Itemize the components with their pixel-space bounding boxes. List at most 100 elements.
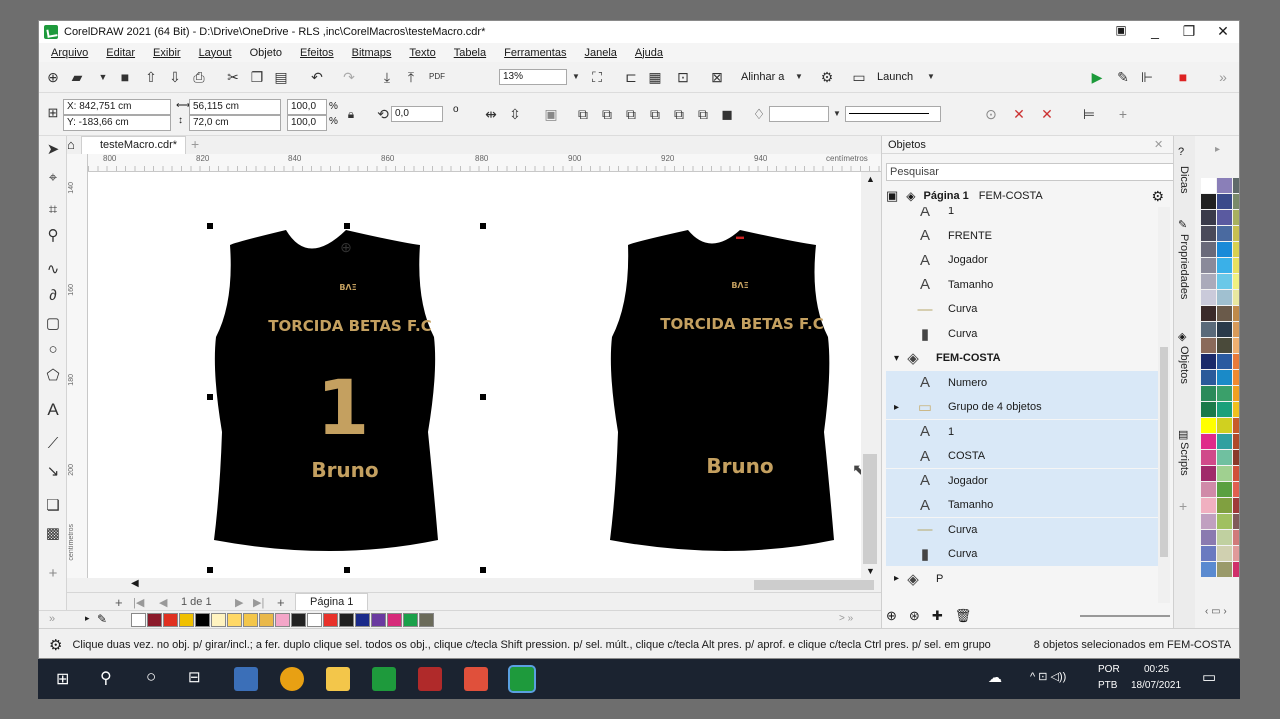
mirror-horizontal-icon[interactable]: ⇹ [483,106,499,122]
save-icon[interactable]: ■ [117,69,133,85]
vertical-ruler[interactable]: 140 160 180 200 centímetros [67,154,88,589]
full-screen-icon[interactable]: ⛶ [589,69,605,85]
outline-width-field[interactable] [769,106,829,122]
macro-edit-icon[interactable]: ✎ [1115,69,1131,85]
coreldraw-taskbar-icon[interactable] [372,667,396,691]
new-document-icon[interactable]: ⊕ [45,69,61,85]
delete-icon[interactable]: 🗑︎ [955,608,972,624]
palette-swatch[interactable] [1233,498,1239,513]
mirror-vertical-icon[interactable]: ⇳ [507,106,523,122]
docker-options-gear-icon[interactable]: ⚙ [1151,188,1164,205]
object-row[interactable]: A1 [886,419,1158,444]
launch-icon[interactable]: ▭ [851,69,867,85]
palette-swatch[interactable] [1201,242,1216,257]
scroll-thumb[interactable] [863,454,877,564]
palette-swatch[interactable] [1217,418,1232,433]
clock-time[interactable]: 00:25 [1144,664,1169,675]
close-button[interactable]: ✕ [1213,23,1233,40]
cut-icon[interactable]: ✂ [225,69,241,85]
tab-dicas[interactable]: Dicas [1178,166,1190,194]
scroll-left-icon[interactable]: ◀ [131,578,139,589]
y-position-field[interactable]: Y: -183,66 cm [63,115,171,131]
palette-swatch[interactable] [1201,274,1216,289]
powerpoint-app-icon[interactable] [234,667,258,691]
app-icon-small[interactable]: ▣ [1111,23,1131,40]
palette-swatch[interactable] [1201,178,1216,193]
object-row[interactable]: A Jogador [886,248,1158,272]
chrome-icon[interactable] [280,667,304,691]
properties-icon[interactable]: ✎ [1178,218,1187,231]
add-docker-icon[interactable]: + [1179,498,1187,514]
menu-ferramentas[interactable]: Ferramentas [504,47,566,59]
scroll-up-icon[interactable]: ▲ [866,174,875,184]
object-row[interactable]: — Curva [886,517,1158,542]
intersect-icon[interactable]: ⧉ [647,106,663,122]
color-swatch[interactable] [243,613,258,627]
open-icon[interactable]: ▰ [69,69,85,85]
front-minus-back-icon[interactable]: ⧉ [695,106,711,122]
trim-icon[interactable]: ⧉ [623,106,639,122]
upload-icon[interactable]: ⇧ [143,69,159,85]
palette-swatch[interactable] [1233,514,1239,529]
palette-swatch[interactable] [1217,194,1232,209]
objects-scrollbar[interactable] [1158,207,1170,603]
lock-ratio-icon[interactable]: 🔒︎ [343,106,359,122]
menu-exibir[interactable]: Exibir [153,47,181,59]
color-swatch[interactable] [259,613,274,627]
status-gear-icon[interactable]: ⚙ [49,636,62,654]
snap-icon[interactable]: ⊡ [675,69,691,85]
color-swatch[interactable] [291,613,306,627]
text-tool-icon[interactable]: A [45,401,61,418]
rectangle-tool-icon[interactable]: ▢ [45,316,61,332]
palette-swatch[interactable] [1233,482,1239,497]
zoom-level-field[interactable]: 13% [499,69,567,85]
palette-next-icon[interactable]: > » [839,613,853,624]
simplify-icon[interactable]: ⧉ [671,106,687,122]
object-row[interactable]: A1 [886,207,1158,223]
palette-swatch[interactable] [1217,322,1232,337]
copy-icon[interactable]: ❐ [249,69,265,85]
export-icon[interactable]: ⤒ [403,69,419,85]
palette-swatch[interactable] [1217,530,1232,545]
palette-swatch[interactable] [1233,466,1239,481]
tab-propriedades[interactable]: Propriedades [1178,234,1190,299]
scale-width-field[interactable]: 100,0 [287,99,327,115]
expand-icon[interactable]: ▾ [894,353,899,364]
add-page-after-icon[interactable]: + [277,595,285,610]
outline-pen-icon[interactable]: ♢ [751,106,767,122]
x-position-field[interactable]: X: 842,751 cm [63,99,171,115]
palette-swatch[interactable] [1217,210,1232,225]
new-master-layer-icon[interactable]: ⊛ [909,608,920,624]
palette-swatch[interactable] [1233,194,1239,209]
first-page-icon[interactable]: |◀ [133,596,144,609]
eyedropper-icon[interactable]: ✎ [97,612,107,626]
color-swatch[interactable] [323,613,338,627]
canvas-horizontal-scrollbar[interactable]: ◀ ▶ [67,578,897,592]
palette-swatch[interactable] [1217,178,1232,193]
download-icon[interactable]: ⇩ [167,69,183,85]
palette-swatch[interactable] [1217,290,1232,305]
palette-swatch[interactable] [1201,290,1216,305]
palette-swatch[interactable] [1217,354,1232,369]
color-swatch[interactable] [195,613,210,627]
weather-icon[interactable]: ☁ [988,669,1002,686]
scripts-icon[interactable]: ▤ [1178,428,1188,441]
menu-ajuda[interactable]: Ajuda [635,47,663,59]
palette-swatch[interactable] [1201,562,1216,577]
new-layer-icon[interactable]: ⊕ [886,608,897,624]
combine-icon[interactable]: ⧉ [575,106,591,122]
expand-icon[interactable]: ▸ [894,573,899,584]
menu-texto[interactable]: Texto [409,47,435,59]
object-row[interactable]: A Jogador [886,468,1158,493]
object-row[interactable]: A FRENTE [886,224,1158,248]
ellipse-tool-icon[interactable]: ○ [45,342,61,358]
cortana-icon[interactable]: ○ [146,667,156,687]
page-icon[interactable]: ▣ [886,188,898,204]
palette-swatch[interactable] [1217,338,1232,353]
palette-swatch[interactable] [1233,530,1239,545]
shape-tool-icon[interactable]: ⌖ [45,170,61,186]
palette-swatch[interactable] [1233,354,1239,369]
color-swatch[interactable] [307,613,322,627]
palette-swatch[interactable] [1233,258,1239,273]
task-view-icon[interactable]: ⊟ [188,668,201,686]
